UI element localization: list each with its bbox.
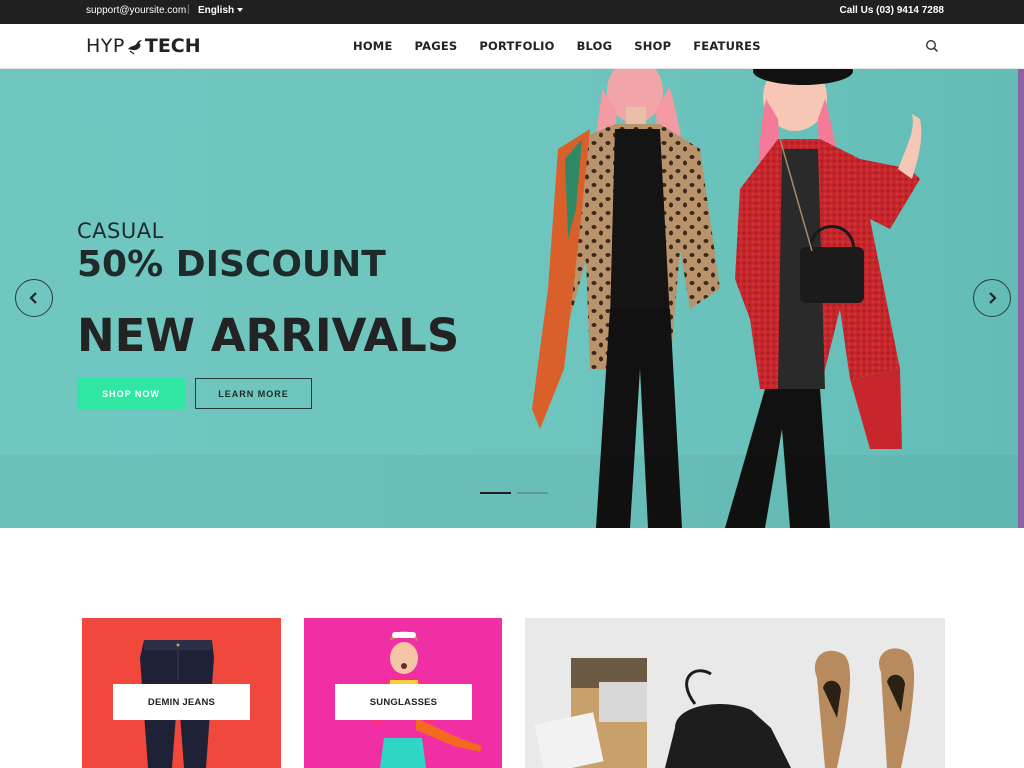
nav-features[interactable]: FEATURES [693,39,761,53]
hero-headline: NEW ARRIVALS [77,309,460,362]
category-tile-accessories[interactable] [525,618,945,768]
phone-number: Call Us (03) 9414 7288 [839,5,944,16]
slider-prev-button[interactable] [15,279,53,317]
logo-bird-icon [127,40,142,55]
logo-text-right: TECH [144,35,201,57]
support-email-link[interactable]: support@yoursite.com [86,5,186,16]
nav-shop[interactable]: SHOP [634,39,671,53]
nav-pages[interactable]: PAGES [415,39,458,53]
hero-subtitle: CASUAL [77,219,164,243]
separator: | [187,4,190,15]
category-label: DEMIN JEANS [113,684,250,720]
chevron-left-icon [29,292,37,304]
search-icon[interactable] [925,39,939,53]
shop-now-button[interactable]: SHOP NOW [77,378,185,409]
top-bar: support@yoursite.com | English Call Us (… [0,0,1024,24]
caret-down-icon [237,8,244,13]
hero-edge-accent [1018,69,1024,528]
category-label: SUNGLASSES [335,684,472,720]
slider-next-button[interactable] [973,279,1011,317]
chevron-right-icon [989,292,997,304]
nav-blog[interactable]: BLOG [577,39,613,53]
main-nav: HOME PAGES PORTFOLIO BLOG SHOP FEATURES [353,39,783,53]
site-header: HYP TECH HOME PAGES PORTFOLIO BLOG SHOP … [0,24,1024,69]
nav-home[interactable]: HOME [353,39,393,53]
logo-text-left: HYP [86,35,125,57]
logo[interactable]: HYP TECH [86,35,201,57]
slider-pagination [480,492,548,494]
slider-dot-2[interactable] [517,492,548,494]
learn-more-button[interactable]: LEARN MORE [195,378,312,409]
hero-slider: CASUAL 50% DISCOUNT NEW ARRIVALS SHOP NO… [0,69,1024,528]
category-tile-sunglasses[interactable]: SUNGLASSES [304,618,502,768]
slider-dot-1[interactable] [480,492,511,494]
accessories-image [534,648,915,768]
language-label: English [198,5,235,16]
nav-portfolio[interactable]: PORTFOLIO [479,39,554,53]
category-tile-jeans[interactable]: DEMIN JEANS [82,618,281,768]
hero-discount: 50% DISCOUNT [77,244,386,285]
language-selector[interactable]: English [198,5,244,16]
